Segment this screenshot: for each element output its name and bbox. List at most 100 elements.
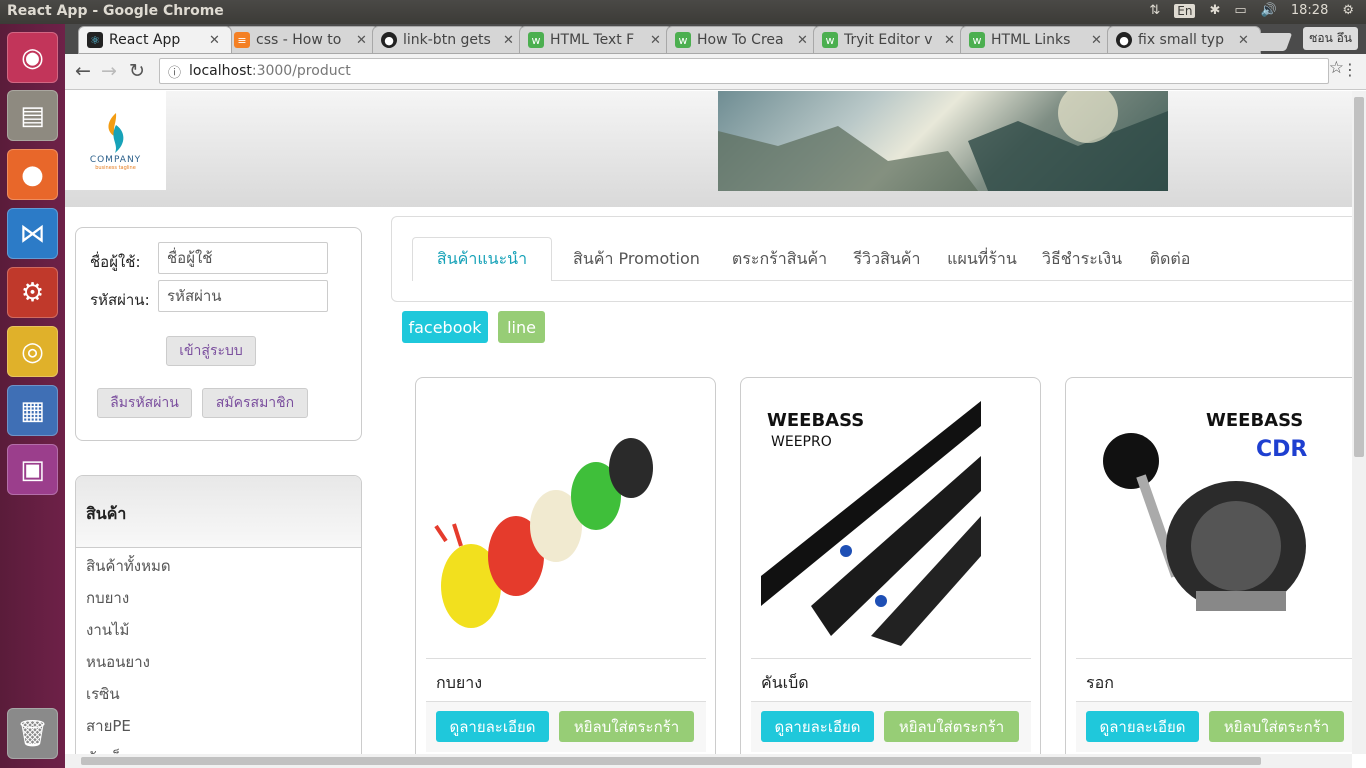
horizontal-scrollbar[interactable] xyxy=(65,754,1352,768)
logo-tagline: business tagline xyxy=(95,164,136,171)
tab-how-to-create[interactable]: w How To Crea ✕ xyxy=(666,26,820,54)
trash-icon[interactable]: 🗑 xyxy=(7,708,58,759)
model-weepro-text: WEEPRO xyxy=(771,434,832,450)
close-icon[interactable]: ✕ xyxy=(1091,33,1107,48)
close-icon[interactable]: ✕ xyxy=(356,33,372,48)
logo-name: COMPANY xyxy=(89,154,142,165)
login-button[interactable]: เข้าสู่ระบบ xyxy=(166,336,256,366)
site-header: COMPANY business tagline xyxy=(65,91,1352,207)
bluetooth-icon[interactable]: ✱ xyxy=(1209,3,1220,18)
category-item[interactable]: สายPE xyxy=(76,708,361,740)
scrollbar-thumb[interactable] xyxy=(81,757,1261,765)
flame-logo-icon xyxy=(107,112,123,153)
clock[interactable]: 18:28 xyxy=(1291,3,1328,18)
tab-tryit-editor[interactable]: w Tryit Editor v ✕ xyxy=(813,26,967,54)
line-button[interactable]: line xyxy=(498,311,545,343)
web-page: COMPANY business tagline ชื่อผู้ใช้: ชื่… xyxy=(65,91,1352,754)
product-image-fishing-rod[interactable]: WEEBASS WEEPRO xyxy=(751,396,1031,646)
tab-cart[interactable]: ตระกร้าสินค้า xyxy=(722,237,837,281)
add-to-cart-button[interactable]: หยิลบใส่ตระกร้า xyxy=(1209,711,1344,742)
product-card: WEEBASS CDR รอก ดูลายละเอียด หยิลบใส่ตระ… xyxy=(1065,377,1352,754)
brand-weebass-text: WEEBASS xyxy=(767,410,864,431)
add-to-cart-button[interactable]: หยิลบใส่ตระกร้า xyxy=(559,711,694,742)
react-icon: ⚛ xyxy=(87,32,103,48)
product-name: คันเบ็ด xyxy=(751,658,1031,702)
category-item[interactable]: เรซิน xyxy=(76,676,361,708)
product-name: รอก xyxy=(1076,658,1352,702)
forward-arrow-icon[interactable]: → xyxy=(101,60,117,82)
tab-payment[interactable]: วิธีชำระเงิน xyxy=(1034,237,1130,281)
tab-react-app[interactable]: ⚛ React App ✕ xyxy=(78,26,232,54)
browser-toolbar: ← → ↻ ⓘ localhost:3000/product ☆ ⋮ xyxy=(65,54,1366,90)
close-icon[interactable]: ✕ xyxy=(944,33,960,48)
tab-promotion[interactable]: สินค้า Promotion xyxy=(564,237,709,281)
category-item[interactable]: งานไม้ xyxy=(76,612,361,644)
network-icon[interactable]: ⇅ xyxy=(1149,3,1160,18)
category-title: สินค้า xyxy=(76,476,361,548)
new-tab-button[interactable] xyxy=(1251,33,1293,51)
volume-icon[interactable]: 🔊 xyxy=(1261,3,1277,18)
tab-stackoverflow[interactable]: ≡ css - How to ✕ xyxy=(225,26,379,54)
password-input[interactable]: รหัสผ่าน xyxy=(158,280,328,312)
w3schools-icon: w xyxy=(528,32,544,48)
category-panel: สินค้า สินค้าทั้งหมด กบยาง งานไม้ หนอนยา… xyxy=(75,475,362,754)
scrollbar-thumb[interactable] xyxy=(1354,97,1364,457)
close-icon[interactable]: ✕ xyxy=(503,33,519,48)
tab-map[interactable]: แผนที่ร้าน xyxy=(940,237,1024,281)
tab-github-link-btn[interactable]: ● link-btn gets ✕ xyxy=(372,26,526,54)
tab-recommended[interactable]: สินค้าแนะนำ xyxy=(412,237,552,281)
files-icon[interactable]: ▤ xyxy=(7,90,58,141)
battery-icon[interactable]: ▭ xyxy=(1234,3,1246,18)
browser-window: ⚛ React App ✕ ≡ css - How to ✕ ● link-btn get… xyxy=(65,24,1366,768)
view-detail-button[interactable]: ดูลายละเอียด xyxy=(436,711,549,742)
tab-reviews[interactable]: รีวิวสินค้า xyxy=(844,237,930,281)
brand-weebass-text: WEEBASS xyxy=(1206,410,1303,431)
facebook-button[interactable]: facebook xyxy=(402,311,488,343)
category-item[interactable]: กบยาง xyxy=(76,580,361,612)
product-actions: ดูลายละเอียด หยิลบใส่ตระกร้า xyxy=(751,702,1031,752)
product-image-frog-lure[interactable] xyxy=(426,396,706,646)
close-icon[interactable]: ✕ xyxy=(650,33,666,48)
tab-github-fix-typo[interactable]: ● fix small typ ✕ xyxy=(1107,26,1261,54)
system-settings-icon[interactable]: ⚙ xyxy=(7,267,58,318)
category-item[interactable]: คันเบ็ด xyxy=(76,740,361,754)
view-detail-button[interactable]: ดูลายละเอียด xyxy=(1086,711,1199,742)
view-detail-button[interactable]: ดูลายละเอียด xyxy=(761,711,874,742)
close-icon[interactable]: ✕ xyxy=(1238,33,1254,48)
keyboard-layout[interactable]: En xyxy=(1174,3,1196,18)
chrome-icon[interactable]: ◎ xyxy=(7,326,58,377)
reload-icon[interactable]: ↻ xyxy=(129,60,145,82)
tab-contact[interactable]: ติดต่อ xyxy=(1140,237,1200,281)
username-label: ชื่อผู้ใช้: xyxy=(90,253,141,271)
stackoverflow-icon: ≡ xyxy=(234,32,250,48)
info-icon[interactable]: ⓘ xyxy=(168,62,181,81)
tab-html-text[interactable]: w HTML Text F ✕ xyxy=(519,26,673,54)
back-arrow-icon[interactable]: ← xyxy=(75,60,91,82)
product-card: กบยาง ดูลายละเอียด หยิลบใส่ตระกร้า xyxy=(415,377,716,754)
company-logo[interactable]: COMPANY business tagline xyxy=(65,91,166,190)
menu-dots-icon[interactable]: ⋮ xyxy=(1342,60,1358,79)
category-item[interactable]: หนอนยาง xyxy=(76,644,361,676)
add-to-cart-button[interactable]: หยิลบใส่ตระกร้า xyxy=(884,711,1019,742)
w3schools-icon: w xyxy=(822,32,838,48)
firefox-icon[interactable]: ● xyxy=(7,149,58,200)
workspace-icon[interactable]: ▣ xyxy=(7,444,58,495)
product-image-reel[interactable]: WEEBASS CDR xyxy=(1076,396,1352,646)
w3schools-icon: w xyxy=(675,32,691,48)
tab-html-links[interactable]: w HTML Links ✕ xyxy=(960,26,1114,54)
register-button[interactable]: สมัครสมาชิก xyxy=(202,388,308,418)
writer-icon[interactable]: ▦ xyxy=(7,385,58,436)
ubuntu-dash-icon[interactable]: ◉ xyxy=(7,32,58,83)
close-icon[interactable]: ✕ xyxy=(797,33,813,48)
close-icon[interactable]: ✕ xyxy=(209,33,225,48)
category-item[interactable]: สินค้าทั้งหมด xyxy=(76,548,361,580)
profile-button[interactable]: ซอน อึน xyxy=(1303,27,1358,50)
settings-gear-icon[interactable]: ⚙ xyxy=(1342,3,1354,18)
forgot-password-button[interactable]: ลืมรหัสผ่าน xyxy=(97,388,192,418)
username-input[interactable]: ชื่อผู้ใช้ xyxy=(158,242,328,274)
w3schools-icon: w xyxy=(969,32,985,48)
login-panel: ชื่อผู้ใช้: ชื่อผู้ใช้ รหัสผ่าน: รหัสผ่า… xyxy=(75,227,362,441)
vscode-icon[interactable]: ⋈ xyxy=(7,208,58,259)
address-bar[interactable]: ⓘ localhost:3000/product xyxy=(159,58,1329,84)
vertical-scrollbar[interactable] xyxy=(1352,91,1366,754)
